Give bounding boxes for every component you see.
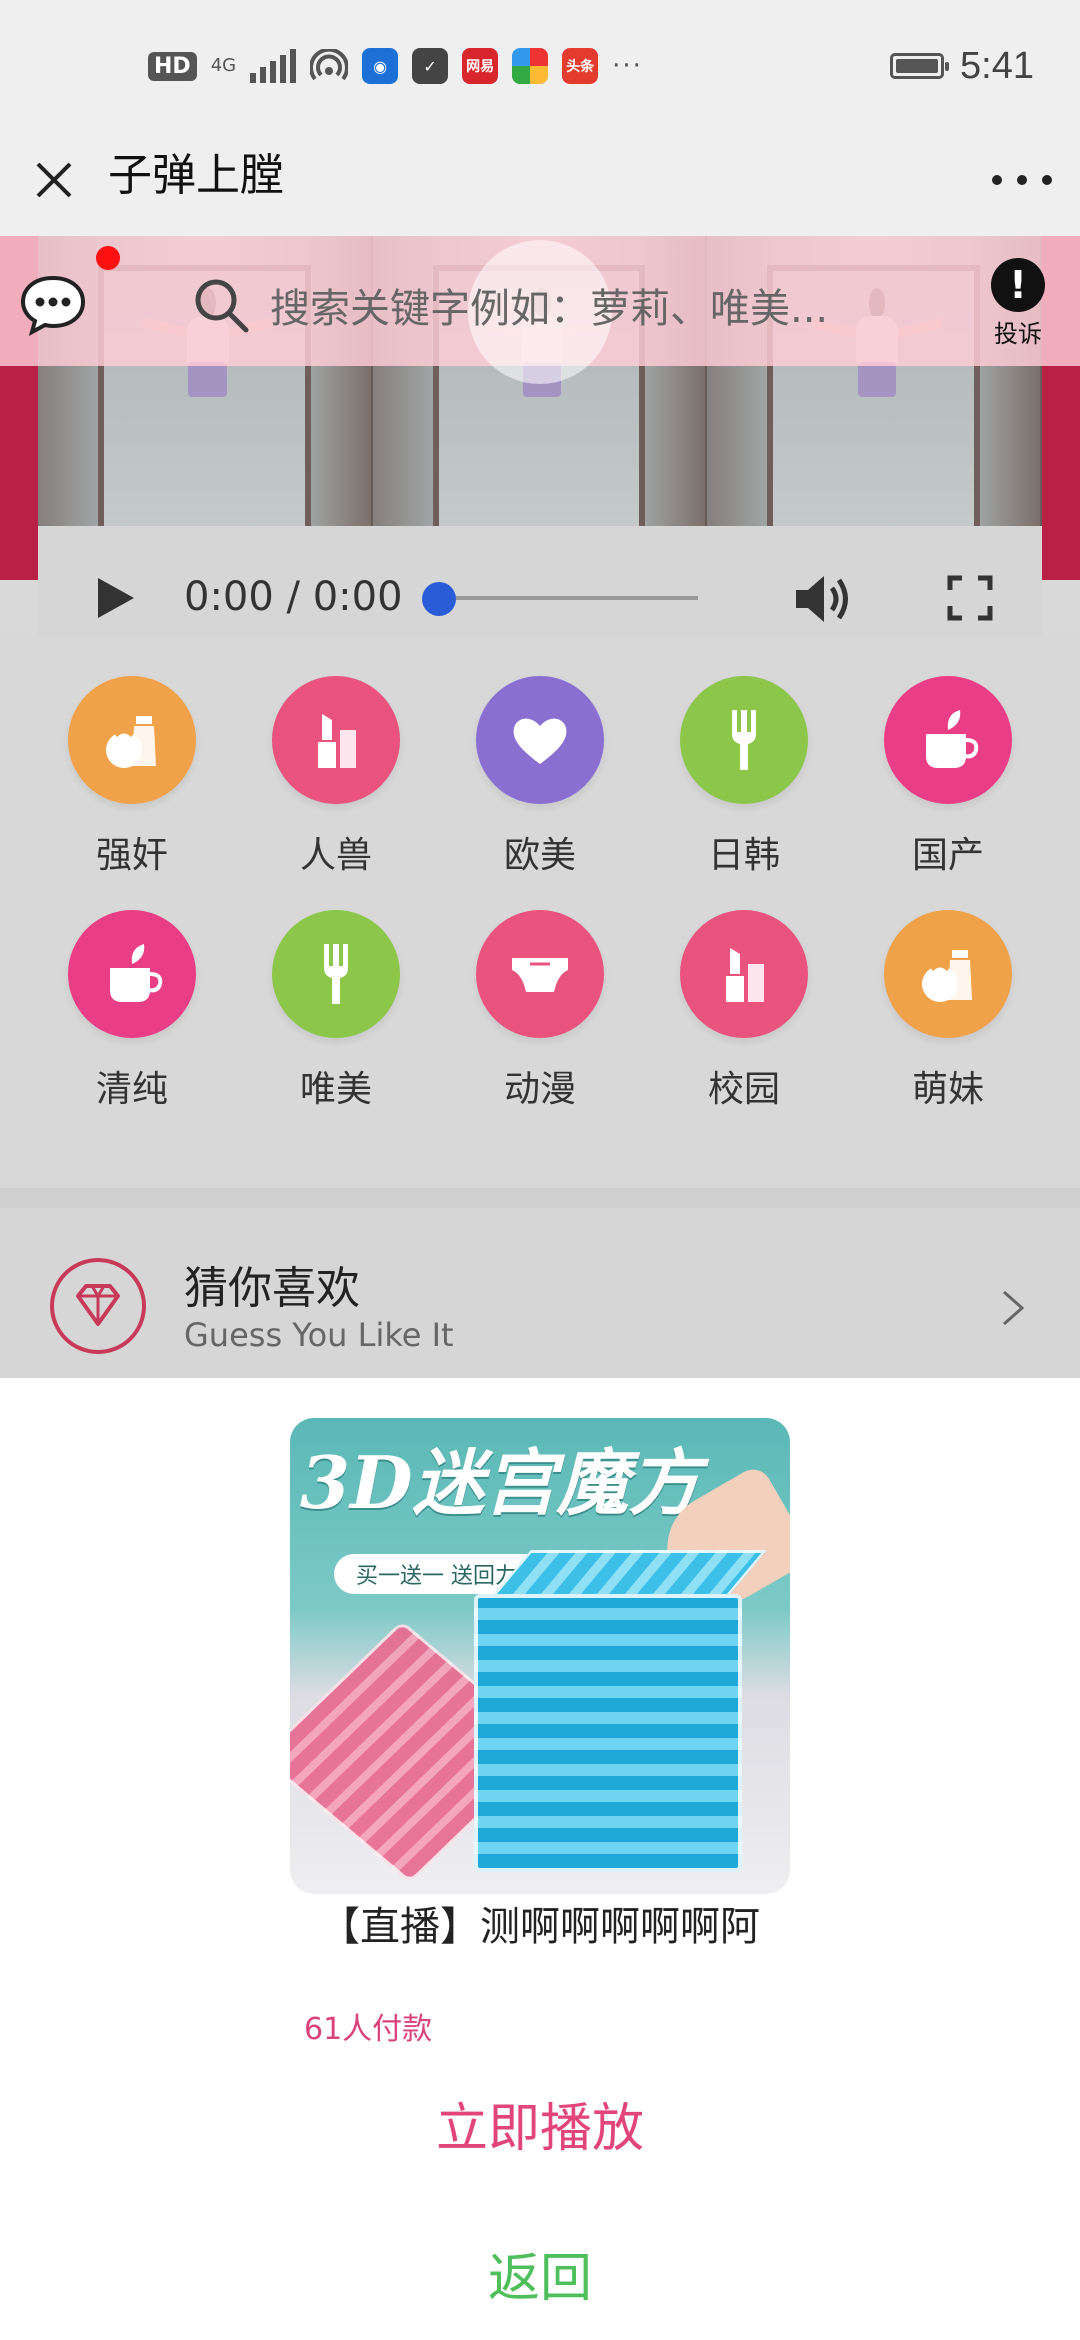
category-label: 强奸 bbox=[95, 835, 168, 876]
notification-dot bbox=[96, 246, 120, 270]
search-input[interactable]: 搜索关键字例如：萝莉、唯美... bbox=[190, 270, 930, 340]
category-item[interactable]: 萌妹 bbox=[873, 910, 1023, 1112]
wallet-app-icon: ◉ bbox=[362, 48, 399, 84]
netease-app-icon: 网易 bbox=[462, 48, 499, 84]
back-button[interactable]: 返回 bbox=[0, 2236, 1080, 2311]
section-divider bbox=[0, 1188, 1080, 1208]
chat-bubble-icon[interactable] bbox=[18, 272, 88, 336]
category-label: 校园 bbox=[707, 1069, 780, 1110]
category-item[interactable]: 强奸 bbox=[57, 676, 207, 878]
cup-icon bbox=[884, 676, 1012, 804]
search-placeholder: 搜索关键字例如：萝莉、唯美... bbox=[270, 286, 829, 332]
report-label: 投诉 bbox=[994, 320, 1042, 348]
lipstick-icon bbox=[272, 676, 400, 804]
category-label: 清纯 bbox=[95, 1069, 168, 1110]
progress-knob[interactable] bbox=[422, 582, 456, 616]
clock: 5:41 bbox=[960, 44, 1034, 87]
diamond-icon bbox=[50, 1258, 146, 1354]
fork-icon bbox=[680, 676, 808, 804]
blue-maze-cube bbox=[474, 1594, 742, 1872]
network-type: 4G bbox=[210, 55, 237, 76]
category-item[interactable]: 清纯 bbox=[57, 910, 207, 1112]
play-icon[interactable] bbox=[98, 578, 134, 618]
progress-track[interactable] bbox=[440, 596, 698, 600]
guess-subtitle: Guess You Like It bbox=[184, 1316, 454, 1354]
toutiao-app-icon: 头条 bbox=[562, 48, 599, 84]
video-caption: 【直播】测啊啊啊啊啊阿 bbox=[320, 1904, 760, 1950]
guess-title: 猜你喜欢 bbox=[184, 1263, 360, 1314]
playback-time: 0:00 / 0:00 bbox=[184, 574, 403, 620]
hd-badge: HD bbox=[148, 51, 197, 81]
category-item[interactable]: 日韩 bbox=[669, 676, 819, 878]
fullscreen-icon[interactable] bbox=[946, 574, 994, 622]
hotspot-icon bbox=[310, 49, 349, 81]
search-icon bbox=[195, 279, 249, 333]
report-button[interactable]: ! 投诉 bbox=[985, 258, 1051, 348]
category-item[interactable]: 动漫 bbox=[465, 910, 615, 1112]
milk-bottle-icon bbox=[884, 910, 1012, 1038]
volume-icon[interactable] bbox=[792, 570, 856, 628]
category-label: 唯美 bbox=[299, 1069, 372, 1110]
category-label: 动漫 bbox=[503, 1069, 576, 1110]
category-label: 萌妹 bbox=[911, 1069, 984, 1110]
close-icon[interactable] bbox=[24, 150, 84, 210]
heart-icon bbox=[476, 676, 604, 804]
category-label: 日韩 bbox=[707, 835, 780, 876]
fork-icon bbox=[272, 910, 400, 1038]
status-icons: HD 4G ◉ ✓ 网易 头条 ··· bbox=[148, 46, 643, 86]
category-item[interactable]: 校园 bbox=[669, 910, 819, 1112]
page-title: 子弹上膛 bbox=[108, 150, 284, 201]
category-item[interactable]: 国产 bbox=[873, 676, 1023, 878]
category-item[interactable]: 欧美 bbox=[465, 676, 615, 878]
paid-count: 61人付款 bbox=[304, 2012, 433, 2047]
alert-icon: ! bbox=[991, 258, 1045, 312]
category-label: 人兽 bbox=[299, 835, 372, 876]
more-menu-icon[interactable] bbox=[992, 160, 1052, 200]
play-now-button[interactable]: 立即播放 bbox=[0, 2086, 1080, 2161]
chevron-right-icon[interactable] bbox=[998, 1288, 1028, 1328]
colorful-app-icon bbox=[512, 48, 549, 84]
status-right: 5:41 bbox=[890, 42, 1034, 90]
category-item[interactable]: 唯美 bbox=[261, 910, 411, 1112]
signal-icon bbox=[250, 49, 297, 83]
battery-icon bbox=[890, 53, 950, 79]
diaper-icon bbox=[476, 910, 604, 1038]
cup-icon bbox=[68, 910, 196, 1038]
category-label: 国产 bbox=[911, 835, 984, 876]
category-label: 欧美 bbox=[503, 835, 576, 876]
promo-image[interactable]: 3D迷宫魔方 买一送一 送回力小车 bbox=[290, 1418, 790, 1894]
more-notifications-icon: ··· bbox=[612, 51, 643, 81]
guess-you-like-row[interactable] bbox=[0, 1208, 1080, 1378]
lipstick-icon bbox=[680, 910, 808, 1038]
shield-app-icon: ✓ bbox=[412, 48, 449, 84]
category-item[interactable]: 人兽 bbox=[261, 676, 411, 878]
milk-bottle-icon bbox=[68, 676, 196, 804]
